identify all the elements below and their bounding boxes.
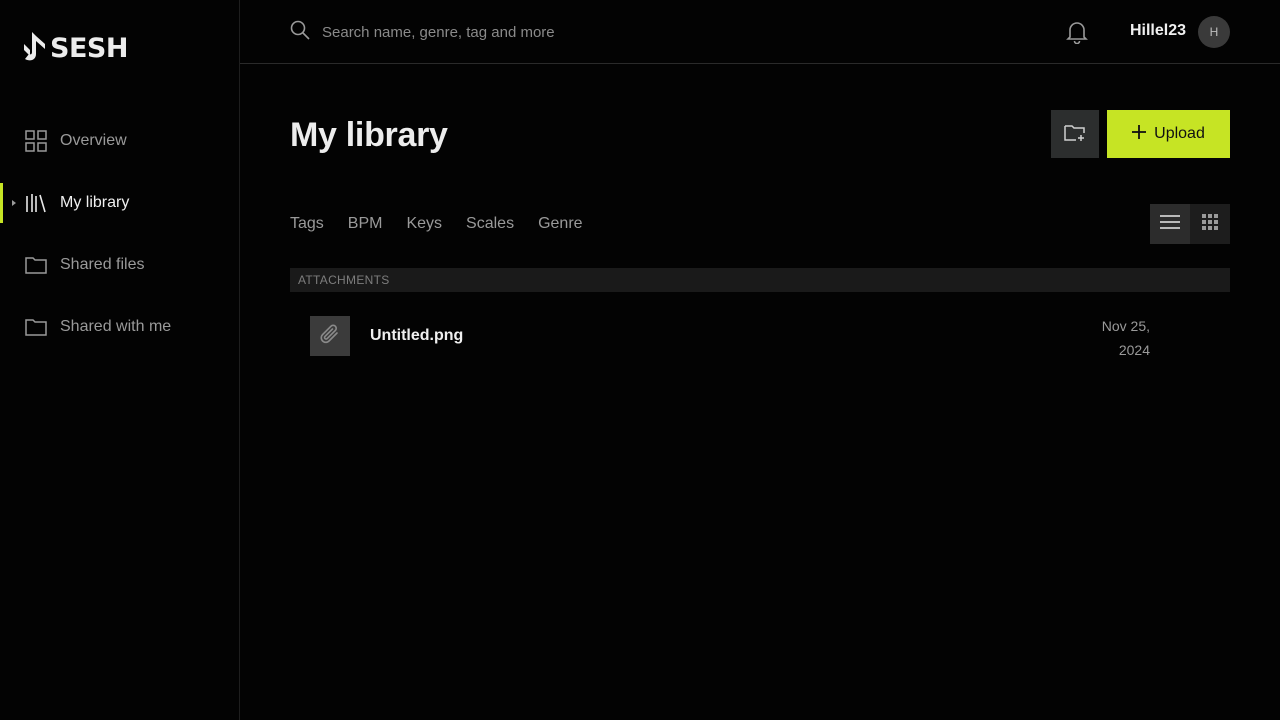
- upload-button[interactable]: Upload: [1107, 110, 1230, 158]
- sidebar-item-my-library[interactable]: My library: [0, 172, 239, 234]
- search-icon: [290, 20, 310, 45]
- grid-view-icon: [1202, 213, 1218, 235]
- file-date: Nov 25, 2024: [1070, 314, 1150, 362]
- page-title: My library: [290, 116, 448, 154]
- new-folder-button[interactable]: [1051, 110, 1099, 158]
- filter-keys[interactable]: Keys: [406, 214, 442, 234]
- notification-bell-icon[interactable]: [1066, 20, 1088, 45]
- list-view-button[interactable]: [1150, 204, 1190, 244]
- search-input[interactable]: [322, 23, 742, 41]
- grid-view-button[interactable]: [1190, 204, 1230, 244]
- sesh-logo[interactable]: SESH: [24, 32, 128, 64]
- folder-icon: [24, 253, 48, 277]
- plus-icon: [1132, 124, 1147, 144]
- sidebar-nav: Overview My library Shared files Shared …: [0, 110, 239, 358]
- section-header-attachments: ATTACHMENTS: [290, 268, 1230, 292]
- file-row[interactable]: Untitled.png Nov 25, 2024: [290, 300, 1230, 372]
- sidebar-item-overview[interactable]: Overview: [0, 110, 239, 172]
- top-bar: Hillel23 H: [240, 0, 1280, 64]
- username[interactable]: Hillel23: [1130, 22, 1186, 40]
- file-name: Untitled.png: [370, 327, 464, 344]
- filter-scales[interactable]: Scales: [466, 214, 514, 234]
- sidebar: SESH Overview My library Shared files Sh…: [0, 0, 240, 720]
- filter-tags[interactable]: Tags: [290, 214, 324, 234]
- paperclip-icon: [319, 323, 341, 350]
- sidebar-item-shared-with-me[interactable]: Shared with me: [0, 296, 239, 358]
- new-folder-icon: [1064, 124, 1086, 145]
- grid-icon: [24, 129, 48, 153]
- sidebar-item-label: Overview: [60, 132, 127, 149]
- file-thumbnail: [310, 316, 350, 356]
- view-toggle: [1150, 204, 1230, 244]
- library-icon: [24, 191, 48, 215]
- search-bar: [290, 20, 742, 44]
- upload-label: Upload: [1154, 125, 1205, 142]
- active-caret-icon: [12, 200, 16, 206]
- file-date-line1: Nov 25,: [1101, 318, 1150, 334]
- sidebar-item-label: My library: [60, 194, 130, 211]
- sidebar-item-label: Shared files: [60, 256, 145, 273]
- list-view-icon: [1160, 214, 1180, 234]
- filter-bar: Tags BPM Keys Scales Genre: [290, 214, 583, 234]
- file-date-line2: 2024: [1118, 342, 1150, 358]
- sidebar-item-label: Shared with me: [60, 318, 172, 335]
- filter-genre[interactable]: Genre: [538, 214, 582, 234]
- filter-bpm[interactable]: BPM: [348, 214, 383, 234]
- logo-text: SESH: [50, 32, 128, 64]
- sidebar-item-shared-files[interactable]: Shared files: [0, 234, 239, 296]
- folder-icon: [24, 315, 48, 339]
- avatar[interactable]: H: [1198, 16, 1230, 48]
- sesh-logo-icon: [24, 32, 45, 61]
